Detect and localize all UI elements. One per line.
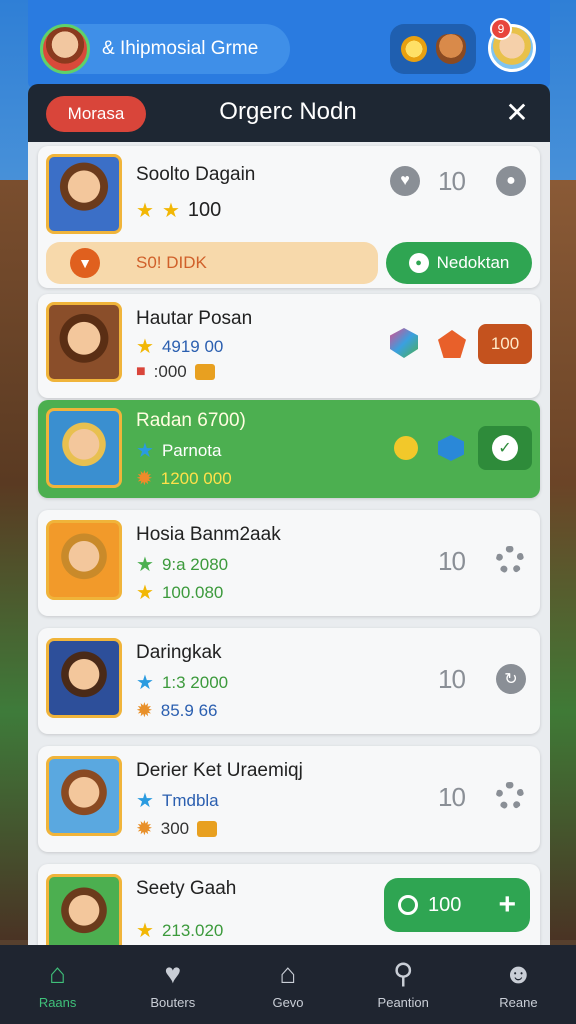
star-icon: ★	[136, 920, 154, 942]
home-icon: ⌂	[49, 958, 67, 989]
character-stat: ★ ★ 100	[136, 199, 222, 222]
chat-icon: ●	[408, 253, 429, 273]
nav-item-home[interactable]: ⌂ Raans	[0, 945, 115, 1024]
star-icon: ★	[161, 200, 180, 222]
character-thumbnail	[46, 520, 122, 600]
list-item-selected[interactable]: Radan 6700) ★ Parnota ✹ 1200 000 ✓	[38, 400, 540, 498]
chevron-down-icon: ▼	[70, 248, 100, 278]
panel-title: Orgerc Nodn	[219, 98, 357, 125]
character-stat: ★ 213.020	[136, 920, 224, 942]
confirm-button[interactable]: ✓	[478, 426, 532, 470]
notification-badge: 9	[490, 18, 512, 40]
refresh-icon[interactable]: ↻	[496, 664, 526, 694]
buy-button[interactable]: 100 +	[384, 878, 530, 932]
badge-icon: ✹	[136, 468, 153, 490]
character-name: Derier Ket Uraemiqj	[136, 760, 303, 781]
search-icon: ⚲	[392, 958, 414, 989]
action-button[interactable]: ● Nedoktan	[386, 242, 532, 284]
character-stat: ✹ 85.9 66	[136, 700, 218, 722]
character-stat: ★ Parnota	[136, 440, 222, 462]
character-thumbnail	[46, 154, 122, 234]
panel-header: Morasa Orgerc Nodn ✕	[28, 84, 550, 142]
character-thumbnail	[46, 408, 122, 488]
chest-icon	[197, 820, 218, 837]
nav-item-gevo[interactable]: ⌂ Gevo	[230, 945, 345, 1024]
star-icon: ★	[136, 554, 154, 576]
star-icon: ★	[136, 790, 154, 812]
panel-body: Soolto Dagain ★ ★ 100 ♥ 10 ● ▼ S0! DIDK …	[28, 142, 550, 945]
heart-shield-icon: ♥	[164, 958, 182, 989]
currency-pill[interactable]	[390, 24, 476, 74]
plus-icon: +	[498, 888, 516, 921]
badge-icon: ✹	[136, 818, 153, 840]
character-stat: ✹ 300	[136, 816, 218, 841]
location-pin-icon	[398, 895, 418, 915]
heart-icon[interactable]: ♥	[390, 166, 420, 196]
character-name: Radan 6700)	[136, 410, 246, 431]
cube-icon	[438, 435, 464, 461]
list-item[interactable]: Soolto Dagain ★ ★ 100 ♥ 10 ● ▼ S0! DIDK …	[38, 146, 540, 288]
character-thumbnail	[46, 302, 122, 382]
character-thumbnail	[46, 874, 122, 945]
list-item[interactable]: Hosia Banm2aak ★ 9:a 2080 ★ 100.080 10	[38, 510, 540, 616]
nav-item-profile[interactable]: ☻ Reane	[461, 945, 576, 1024]
shield-icon	[390, 328, 418, 358]
coin-icon	[400, 36, 427, 62]
user-icon: ☻	[503, 958, 534, 989]
character-stat: ★ Tmdbla	[136, 790, 219, 812]
star-icon: ★	[136, 336, 154, 358]
background-right	[546, 180, 576, 940]
nav-item-bouters[interactable]: ♥ Bouters	[115, 945, 230, 1024]
price-button[interactable]: 100	[478, 324, 532, 364]
star-icon: ★	[136, 672, 154, 694]
character-name: Soolto Dagain	[136, 164, 256, 185]
chest-icon	[194, 364, 215, 380]
gear-icon[interactable]	[496, 546, 524, 574]
character-stat: ★ 100.080	[136, 582, 224, 604]
item-count: 10	[438, 664, 466, 694]
character-name: Hosia Banm2aak	[136, 524, 281, 545]
bottom-nav: ⌂ Raans ♥ Bouters ⌂ Gevo ⚲ Peantion ☻ Re…	[0, 945, 576, 1024]
status-bar: ▼ S0! DIDK	[46, 242, 378, 284]
character-stat: ■ :000	[136, 362, 215, 382]
nav-item-search[interactable]: ⚲ Peantion	[346, 945, 461, 1024]
close-button[interactable]: ✕	[502, 98, 532, 128]
gem-icon	[438, 330, 466, 358]
list-item[interactable]: Derier Ket Uraemiqj ★ Tmdbla ✹ 300 10	[38, 746, 540, 852]
status-text: S0! DIDK	[136, 253, 207, 272]
panel-tag-button[interactable]: Morasa	[46, 96, 146, 132]
character-name: Seety Gaah	[136, 878, 237, 899]
item-count: 10	[438, 782, 466, 812]
character-stat: ★ 1:3 2000	[136, 672, 229, 694]
badge-icon: ✹	[136, 700, 153, 722]
star-icon: ★	[136, 582, 154, 604]
character-thumbnail	[46, 756, 122, 836]
star-icon: ★	[136, 200, 154, 222]
player-avatar[interactable]	[40, 24, 90, 74]
pet-icon	[435, 34, 466, 64]
character-name: Daringkak	[136, 642, 222, 663]
character-stat: ★ 9:a 2080	[136, 554, 229, 576]
list-item[interactable]: Seety Gaah ★ 213.020 100 +	[38, 864, 540, 945]
list-item[interactable]: Hautar Posan ★ 4919 00 ■ :000 100	[38, 294, 540, 398]
star-icon: ★	[136, 440, 154, 462]
item-count: 10	[438, 166, 466, 196]
item-count: 10	[438, 546, 466, 576]
chat-bubble-icon[interactable]: ●	[496, 166, 526, 196]
top-bar: & Ihipmosial Grme	[28, 0, 550, 88]
list-item[interactable]: Daringkak ★ 1:3 2000 ✹ 85.9 66 10 ↻	[38, 628, 540, 734]
character-name: Hautar Posan	[136, 308, 253, 329]
character-thumbnail	[46, 638, 122, 718]
character-stat: ✹ 1200 000	[136, 468, 232, 490]
profile-name: & Ihipmosial Grme	[102, 38, 259, 59]
checkmark-icon: ✓	[492, 435, 518, 461]
bag-icon: ■	[136, 363, 146, 380]
house-icon: ⌂	[279, 958, 297, 989]
duck-icon	[394, 436, 418, 460]
character-stat: ★ 4919 00	[136, 336, 224, 358]
gear-icon[interactable]	[496, 782, 524, 810]
profile-pill[interactable]: & Ihipmosial Grme	[40, 24, 290, 74]
